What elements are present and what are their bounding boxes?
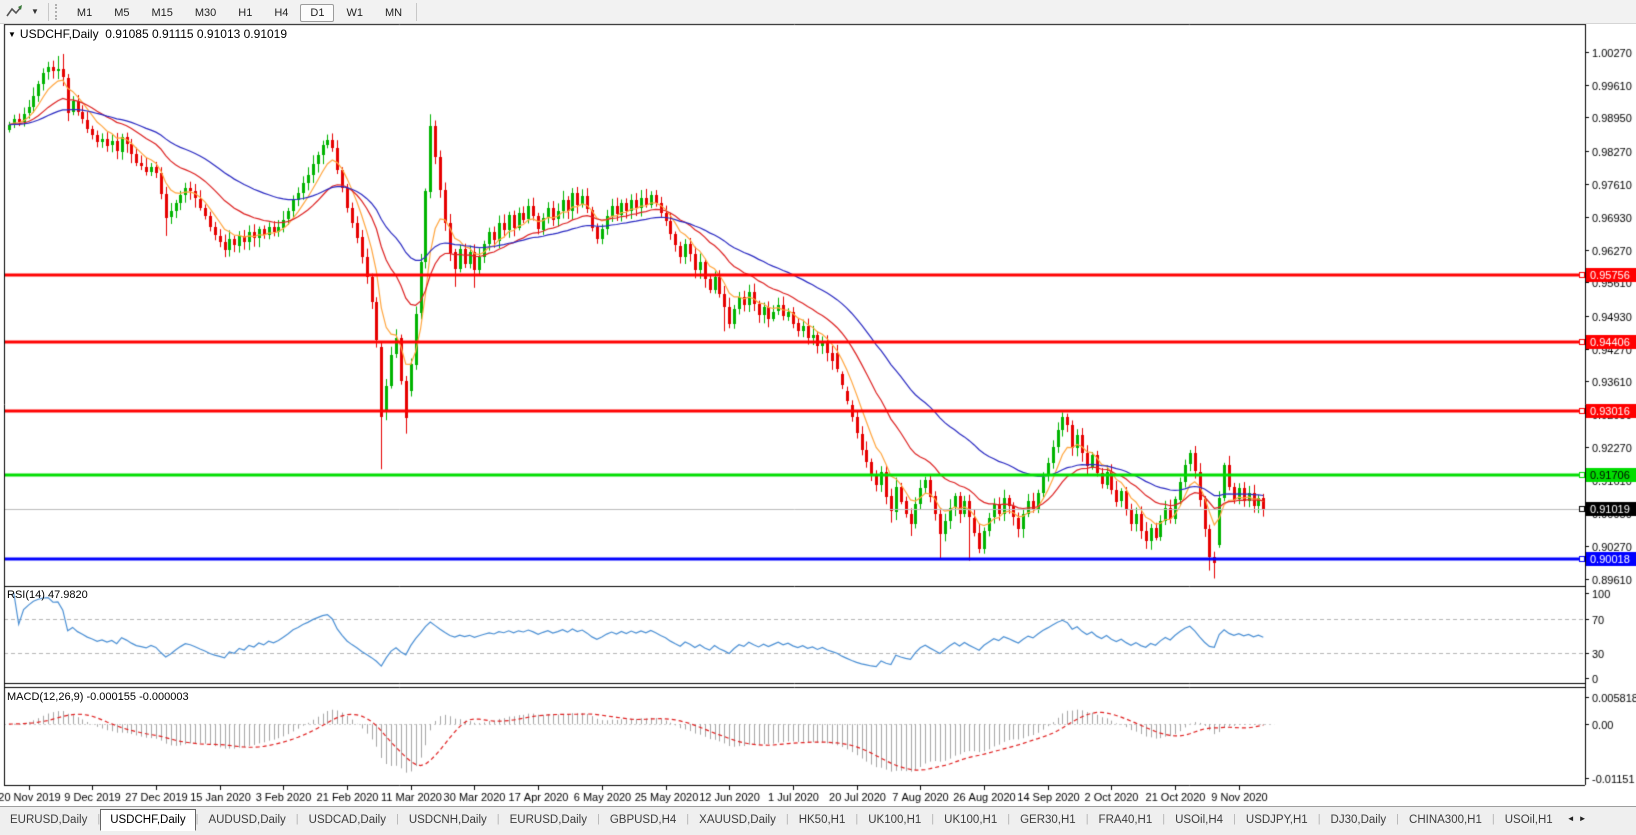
tab-scroll-arrows: ◄► bbox=[1567, 809, 1591, 829]
timeframe-button-D1[interactable]: D1 bbox=[300, 4, 334, 22]
chart-tab-gbpusd-h4[interactable]: GBPUSD,H4 bbox=[600, 809, 686, 831]
chart-tab-usoil-h1[interactable]: USOil,H1 bbox=[1495, 809, 1563, 831]
chart-tab-eurusd-daily[interactable]: EURUSD,Daily bbox=[0, 809, 97, 831]
toolbar-grip-handle[interactable] bbox=[55, 4, 61, 20]
timeframe-button-W1[interactable]: W1 bbox=[336, 4, 373, 22]
price-chart-canvas[interactable] bbox=[0, 23, 1636, 806]
chart-tab-audusd-daily[interactable]: AUDUSD,Daily bbox=[198, 809, 295, 831]
chart-tab-eurusd-daily[interactable]: EURUSD,Daily bbox=[500, 809, 597, 831]
macd-indicator-label: MACD(12,26,9) -0.000155 -0.000003 bbox=[7, 691, 189, 703]
chart-tab-usdchf-daily[interactable]: USDCHF,Daily bbox=[100, 809, 195, 831]
timeframe-button-H4[interactable]: H4 bbox=[264, 4, 298, 22]
timeframe-toolbar: ▼ M1M5M15M30H1H4D1W1MN bbox=[0, 0, 1636, 24]
timeframe-button-MN[interactable]: MN bbox=[375, 4, 412, 22]
timeframe-button-M5[interactable]: M5 bbox=[104, 4, 139, 22]
chart-symbol-period: USDCHF,Daily bbox=[20, 27, 99, 41]
rsi-indicator-label: RSI(14) 47.9820 bbox=[7, 589, 88, 601]
timeframe-button-M1[interactable]: M1 bbox=[67, 4, 102, 22]
toolbar-separator bbox=[48, 3, 49, 21]
chart-tab-dj30-daily[interactable]: DJ30,Daily bbox=[1321, 809, 1397, 831]
chart-menu-caret-icon[interactable]: ▼ bbox=[8, 30, 16, 39]
chart-tab-uk100-h1[interactable]: UK100,H1 bbox=[934, 809, 1007, 831]
chart-tab-ger30-h1[interactable]: GER30,H1 bbox=[1010, 809, 1086, 831]
chevron-down-icon[interactable]: ▼ bbox=[25, 7, 45, 16]
timeframe-button-M15[interactable]: M15 bbox=[141, 4, 182, 22]
chart-tab-usdjpy-h1[interactable]: USDJPY,H1 bbox=[1236, 809, 1318, 831]
chart-tab-uk100-h1[interactable]: UK100,H1 bbox=[858, 809, 931, 831]
chart-ohlc-quote: 0.91085 0.91115 0.91013 0.91019 bbox=[105, 27, 287, 41]
chart-tab-usdcad-daily[interactable]: USDCAD,Daily bbox=[299, 809, 396, 831]
tab-scroll-left-icon[interactable]: ◄ bbox=[1567, 814, 1579, 823]
chart-window-title: ▼ USDCHF,Daily 0.91085 0.91115 0.91013 0.… bbox=[8, 27, 287, 41]
chart-tab-china300-h1[interactable]: CHINA300,H1 bbox=[1399, 809, 1492, 831]
chart-tabs: EURUSD,Daily|USDCHF,Daily|AUDUSD,Daily|U… bbox=[0, 809, 1563, 831]
chart-tab-bar: EURUSD,Daily|USDCHF,Daily|AUDUSD,Daily|U… bbox=[0, 806, 1636, 835]
chart-tab-fra40-h1[interactable]: FRA40,H1 bbox=[1089, 809, 1163, 831]
chart-tab-usoil-h4[interactable]: USOil,H4 bbox=[1165, 809, 1233, 831]
timeframe-button-H1[interactable]: H1 bbox=[228, 4, 262, 22]
timeframe-button-M30[interactable]: M30 bbox=[185, 4, 226, 22]
chart-tab-usdcnh-daily[interactable]: USDCNH,Daily bbox=[399, 809, 497, 831]
chart-tab-xauusd-daily[interactable]: XAUUSD,Daily bbox=[689, 809, 786, 831]
chart-tab-hk50-h1[interactable]: HK50,H1 bbox=[789, 809, 856, 831]
tab-scroll-right-icon[interactable]: ► bbox=[1579, 814, 1591, 823]
timeframe-buttons: M1M5M15M30H1H4D1W1MN bbox=[66, 3, 413, 21]
trading-app-window: ▼ M1M5M15M30H1H4D1W1MN ▼ USDCHF,Daily 0.9… bbox=[0, 0, 1636, 835]
toolbar-separator bbox=[416, 3, 417, 21]
line-studies-icon[interactable] bbox=[3, 2, 25, 21]
